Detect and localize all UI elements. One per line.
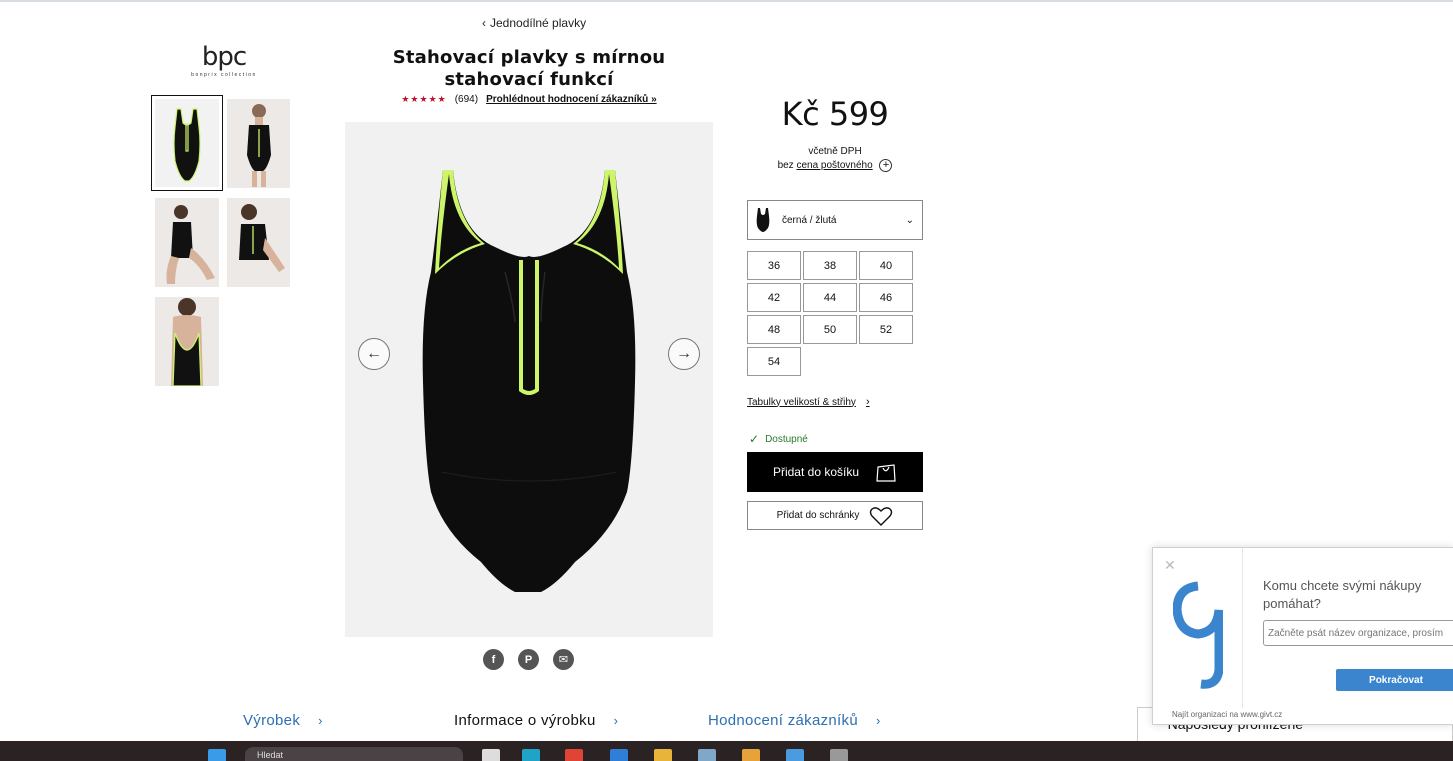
thumbnail-1[interactable] (151, 95, 223, 191)
size-option[interactable]: 54 (747, 347, 801, 376)
organization-search-input[interactable] (1263, 620, 1453, 646)
product-tabs: Výrobek › Informace o výrobku › Hodnocen… (0, 712, 1140, 736)
tab-customer-reviews[interactable]: Hodnocení zákazníků › (708, 712, 881, 729)
shipping-link[interactable]: cena poštovného (796, 160, 872, 171)
rating-stars: ★★★★★ (401, 94, 447, 104)
app-icon[interactable] (742, 749, 760, 761)
chevron-right-icon: › (318, 713, 323, 728)
availability: ✓ Dostupné (749, 432, 808, 446)
logo-sub: bonprix collection (191, 72, 257, 78)
size-option[interactable]: 46 (859, 283, 913, 312)
thumbnail-5[interactable] (155, 297, 219, 386)
windows-start-icon[interactable] (208, 749, 226, 761)
app-icon[interactable] (830, 749, 848, 761)
next-image-button[interactable]: → (668, 338, 700, 370)
folder-icon[interactable] (654, 749, 672, 761)
logo-main: bpc (201, 42, 247, 72)
taskview-icon[interactable] (482, 749, 500, 761)
thumbnail-2[interactable] (227, 99, 290, 188)
arrow-left-icon: ← (366, 345, 382, 362)
store-icon[interactable] (610, 749, 628, 761)
shipping-prefix: bez (777, 160, 794, 172)
tab-label: Výrobek (243, 712, 301, 729)
taskbar-search-label: Hledat (257, 750, 284, 760)
chevron-down-icon: ⌄ (905, 214, 914, 226)
color-value: černá / žlutá (782, 214, 837, 226)
add-to-cart-button[interactable]: Přidat do košíku (747, 452, 923, 492)
thumbnail-3[interactable] (155, 198, 219, 287)
vat-note: včetně DPH (808, 146, 862, 157)
swimsuit-image (422, 170, 636, 592)
tab-product[interactable]: Výrobek › (243, 712, 323, 729)
chrome-icon[interactable] (565, 749, 583, 761)
size-option[interactable]: 48 (747, 315, 801, 344)
app-icon[interactable] (786, 749, 804, 761)
size-option[interactable]: 38 (803, 251, 857, 280)
chevron-right-icon: › (865, 396, 870, 408)
thumbnail-4[interactable] (227, 198, 290, 287)
add-to-wishlist-button[interactable]: Přidat do schránky (747, 501, 923, 530)
color-swatch (756, 208, 770, 232)
prev-image-button[interactable]: ← (358, 338, 390, 370)
chevron-right-icon: › (875, 713, 881, 728)
reviews-link[interactable]: Prohlédnout hodnocení zákazníků » (486, 94, 657, 105)
pinterest-icon[interactable]: P (518, 649, 539, 670)
add-to-wishlist-label: Přidat do schránky (776, 510, 860, 521)
email-icon[interactable]: ✉ (553, 649, 574, 670)
givt-logo (1173, 581, 1223, 689)
breadcrumb[interactable]: ‹ Jednodílné plavky (482, 16, 586, 30)
givt-footer[interactable]: Najít organizaci na www.givt.cz (1172, 710, 1282, 719)
tab-product-info[interactable]: Informace o výrobku › (454, 712, 618, 729)
size-table-link[interactable]: Tabulky velikostí & střihy › (747, 396, 870, 408)
color-dropdown[interactable]: černá / žlutá ⌄ (747, 200, 923, 240)
size-option[interactable]: 36 (747, 251, 801, 280)
top-border (0, 0, 1453, 2)
heart-icon (870, 506, 893, 526)
close-icon[interactable]: ✕ (1164, 557, 1176, 574)
chevron-right-icon: › (613, 713, 619, 728)
taskbar-search[interactable]: Hledat (245, 747, 463, 761)
arrow-right-icon: → (676, 345, 692, 362)
rating-count: (694) (454, 94, 479, 105)
givt-question: Komu chcete svými nákupy pomáhat? (1263, 578, 1422, 611)
shopping-bag-icon (876, 464, 896, 482)
size-option[interactable]: 44 (803, 283, 857, 312)
vat-info: včetně DPH bez cena poštovného + (747, 145, 923, 173)
price: Kč 599 (781, 95, 889, 133)
add-to-cart-label: Přidat do košíku (772, 465, 860, 479)
availability-label: Dostupné (765, 433, 808, 445)
rating-row: ★★★★★ (694) Prohlédnout hodnocení zákazn… (345, 94, 713, 105)
product-title: Stahovací plavky s mírnou stahovací funk… (392, 47, 666, 90)
continue-button[interactable]: Pokračovat (1336, 669, 1453, 691)
check-icon: ✓ (749, 432, 760, 446)
plus-circle-icon[interactable]: + (879, 159, 893, 172)
tab-label: Hodnocení zákazníků (708, 712, 858, 729)
size-option[interactable]: 42 (747, 283, 801, 312)
tab-label: Informace o výrobku (454, 712, 596, 729)
brand-logo[interactable]: bpc bonprix collection (178, 44, 270, 80)
size-option[interactable]: 52 (859, 315, 913, 344)
edge-icon[interactable] (522, 749, 540, 761)
breadcrumb-label: Jednodílné plavky (490, 16, 587, 30)
taskbar: Hledat (0, 741, 1453, 761)
size-option[interactable]: 40 (859, 251, 913, 280)
chevron-left-icon: ‹ (482, 16, 486, 30)
calculator-icon[interactable] (698, 749, 716, 761)
size-option[interactable]: 50 (803, 315, 857, 344)
main-product-image[interactable]: ← → (345, 122, 713, 637)
size-table-label: Tabulky velikostí & střihy (747, 396, 856, 408)
facebook-icon[interactable]: f (483, 649, 504, 670)
givt-popup: ✕ Komu chcete svými nákupy pomáhat? Pokr… (1152, 547, 1453, 725)
share-bar: f P ✉ (483, 649, 574, 670)
